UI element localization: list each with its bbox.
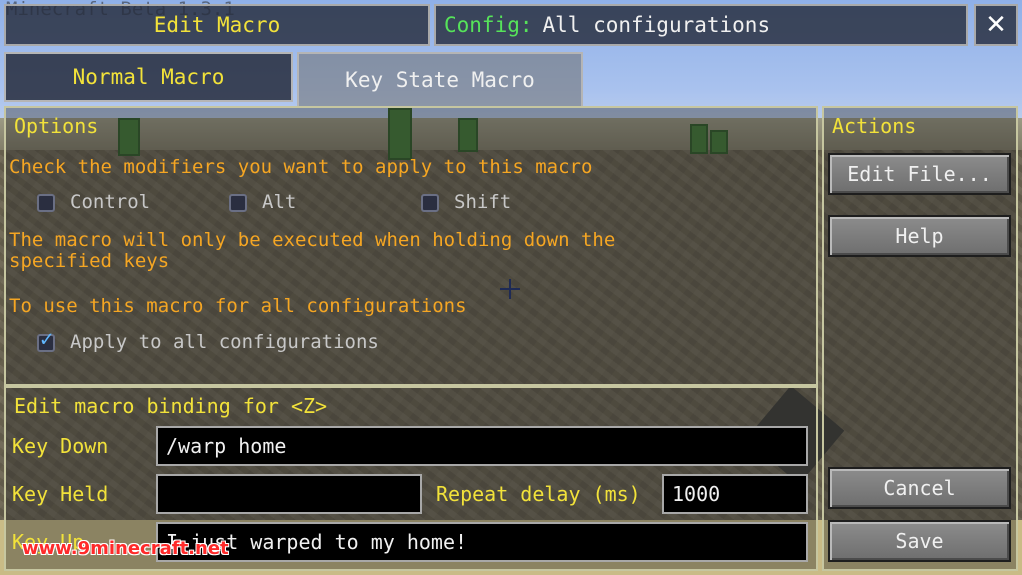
shift-checkbox[interactable] bbox=[421, 194, 439, 212]
close-button[interactable]: ✕ bbox=[974, 4, 1018, 46]
cancel-button[interactable]: Cancel bbox=[828, 467, 1011, 509]
key-held-input[interactable] bbox=[156, 474, 422, 514]
page-title: Edit Macro bbox=[153, 13, 281, 37]
title-bar: Edit Macro bbox=[4, 4, 430, 46]
crosshair-icon bbox=[500, 279, 520, 299]
config-label: Config: bbox=[444, 13, 533, 37]
checkmark-icon: ✓ bbox=[40, 327, 54, 352]
close-icon: ✕ bbox=[985, 10, 1007, 40]
tab-key-state-macro[interactable]: Key State Macro bbox=[297, 52, 583, 106]
control-checkbox[interactable] bbox=[37, 194, 55, 212]
note-line-2: specified keys bbox=[9, 250, 170, 272]
options-heading: Options bbox=[14, 114, 99, 138]
tab-label: Normal Macro bbox=[72, 65, 225, 89]
help-button[interactable]: Help bbox=[828, 215, 1011, 257]
modifiers-prompt: Check the modifiers you want to apply to… bbox=[9, 156, 593, 178]
control-label: Control bbox=[70, 191, 151, 213]
repeat-delay-input[interactable]: 1000 bbox=[662, 474, 808, 514]
key-up-input[interactable]: I just warped to my home! bbox=[156, 522, 808, 562]
all-config-prompt: To use this macro for all configurations bbox=[9, 295, 467, 317]
apply-all-label: Apply to all configurations bbox=[70, 331, 379, 353]
apply-all-checkbox[interactable]: ✓ bbox=[37, 327, 55, 352]
key-down-label: Key Down bbox=[12, 434, 109, 458]
tab-label: Key State Macro bbox=[345, 68, 535, 92]
alt-label: Alt bbox=[262, 191, 297, 213]
note-line-1: The macro will only be executed when hol… bbox=[9, 229, 616, 251]
shift-label: Shift bbox=[454, 191, 512, 213]
watermark: www.9minecraft.net bbox=[22, 538, 229, 559]
edit-file-button[interactable]: Edit File... bbox=[828, 153, 1011, 195]
config-selector[interactable]: Config: All configurations bbox=[434, 4, 968, 46]
config-value: All configurations bbox=[542, 13, 771, 37]
actions-heading: Actions bbox=[832, 114, 917, 138]
key-down-input[interactable]: /warp home bbox=[156, 426, 808, 466]
alt-checkbox[interactable] bbox=[229, 194, 247, 212]
tab-normal-macro[interactable]: Normal Macro bbox=[4, 52, 293, 102]
binding-heading: Edit macro binding for <Z> bbox=[14, 394, 328, 418]
key-held-label: Key Held bbox=[12, 482, 109, 506]
save-button[interactable]: Save bbox=[828, 520, 1011, 562]
repeat-delay-label: Repeat delay (ms) bbox=[436, 482, 641, 506]
